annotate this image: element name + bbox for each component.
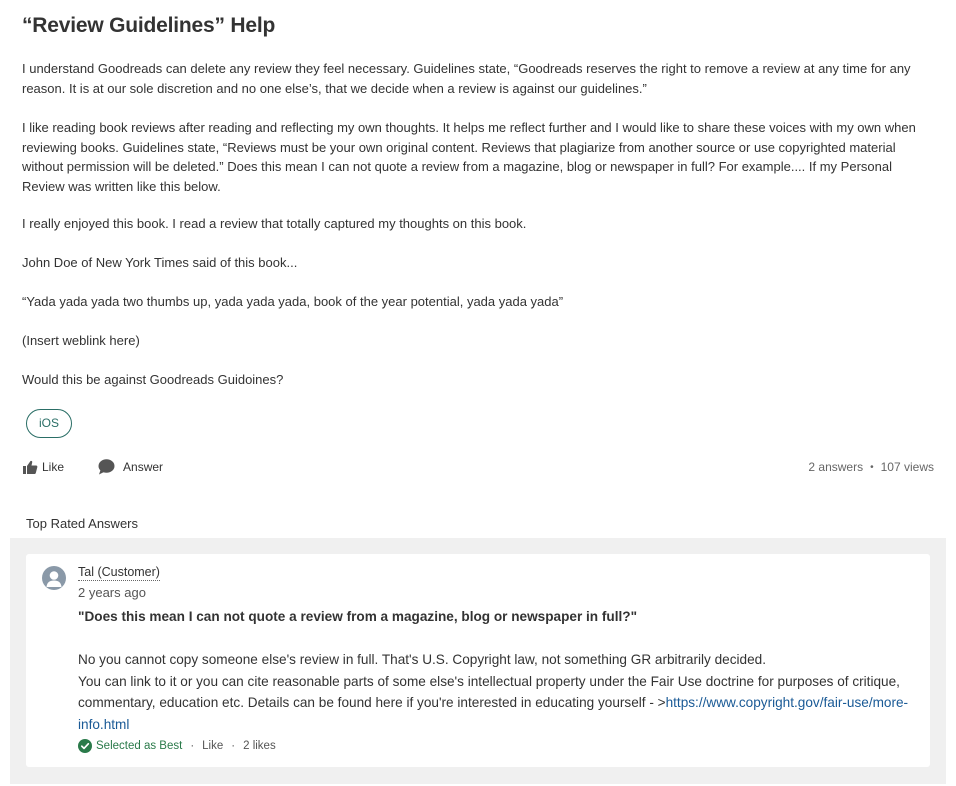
question-paragraph: John Doe of New York Times said of this … bbox=[22, 255, 298, 270]
speech-bubble-icon bbox=[98, 459, 115, 475]
question-actions: Like Answer bbox=[22, 458, 163, 476]
thumbs-up-icon bbox=[23, 460, 38, 474]
answer-timestamp: 2 years ago bbox=[78, 585, 146, 600]
question-paragraph: I really enjoyed this book. I read a rev… bbox=[22, 216, 527, 231]
separator-dot: • bbox=[870, 461, 874, 473]
question-paragraph: Would this be against Goodreads Guidoine… bbox=[22, 372, 284, 387]
answers-panel: Tal (Customer) 2 years ago "Does this me… bbox=[10, 538, 946, 784]
answer-likes-count: 2 likes bbox=[243, 740, 276, 752]
question-paragraph: “Yada yada yada two thumbs up, yada yada… bbox=[22, 294, 564, 309]
like-button[interactable]: Like bbox=[22, 460, 64, 475]
check-circle-icon bbox=[78, 739, 92, 753]
answer-button[interactable]: Answer bbox=[98, 459, 163, 475]
top-answers-heading: Top Rated Answers bbox=[26, 516, 139, 531]
answer-label: Answer bbox=[123, 460, 164, 474]
answer-line: No you cannot copy someone else's review… bbox=[78, 652, 766, 667]
separator-dot: · bbox=[231, 740, 236, 752]
answers-count: 2 answers bbox=[808, 460, 864, 474]
answer-footer: Selected as Best · Like · 2 likes bbox=[78, 739, 276, 753]
answer-author-link[interactable]: Tal (Customer) bbox=[78, 565, 160, 581]
answer-card: Tal (Customer) 2 years ago "Does this me… bbox=[26, 554, 930, 767]
user-avatar-icon[interactable] bbox=[42, 566, 66, 590]
answer-quote: "Does this mean I can not quote a review… bbox=[78, 609, 638, 624]
like-label: Like bbox=[42, 460, 65, 474]
question-title: “Review Guidelines” Help bbox=[22, 14, 276, 37]
answer-like-button[interactable]: Like bbox=[202, 740, 223, 752]
question-paragraph: I like reading book reviews after readin… bbox=[22, 120, 916, 194]
answer-text: No you cannot copy someone else's review… bbox=[78, 649, 918, 735]
separator-dot: · bbox=[190, 740, 195, 752]
question-paragraph: (Insert weblink here) bbox=[22, 333, 140, 348]
topic-tag-ios[interactable]: iOS bbox=[26, 409, 73, 438]
selected-as-best-label: Selected as Best bbox=[96, 740, 183, 752]
views-count: 107 views bbox=[880, 460, 934, 474]
selected-as-best-badge: Selected as Best bbox=[78, 739, 182, 753]
question-stats: 2 answers • 107 views bbox=[808, 460, 934, 474]
question-paragraph: I understand Goodreads can delete any re… bbox=[22, 61, 911, 96]
